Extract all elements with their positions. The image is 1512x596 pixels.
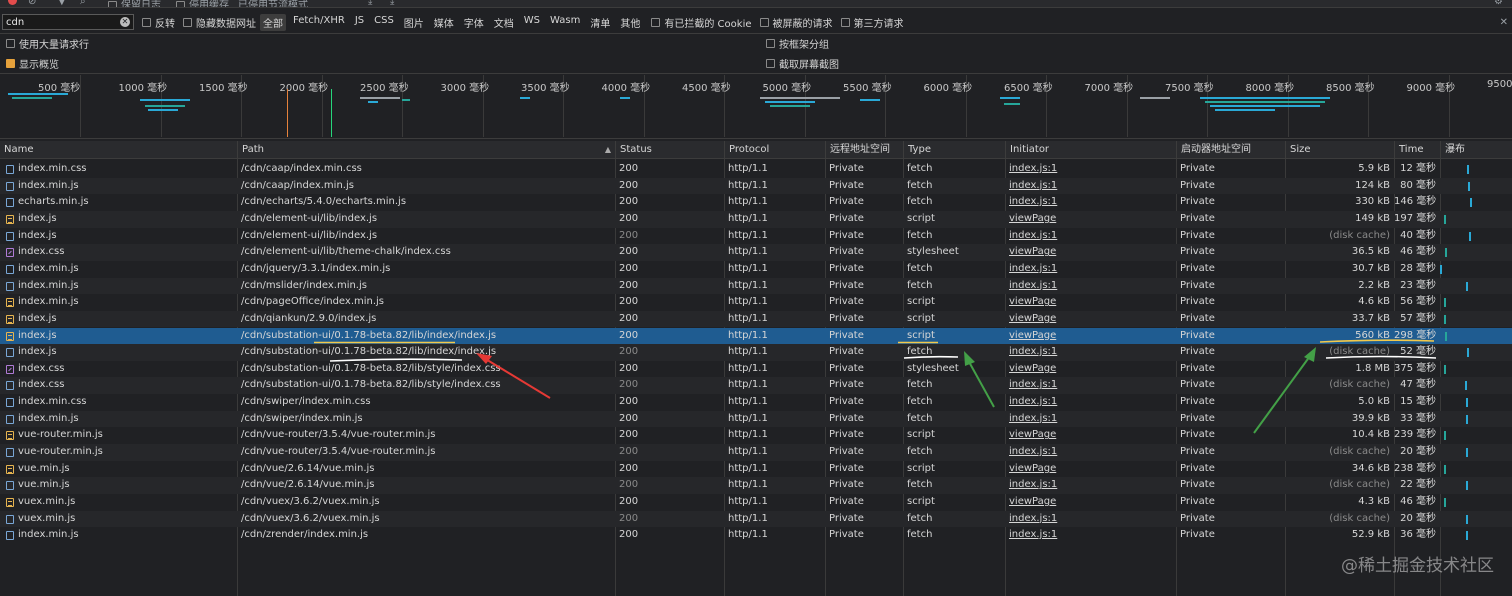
green-arrow-1-head xyxy=(964,351,975,366)
white-underline-type xyxy=(903,355,959,359)
annotation-overlay xyxy=(314,339,1437,434)
white-underline-path xyxy=(329,358,463,362)
green-arrow-1 xyxy=(967,359,995,408)
white-underline-size xyxy=(1325,355,1437,359)
yellow-underline-size xyxy=(1319,339,1435,343)
green-arrow-2 xyxy=(1253,355,1311,434)
red-arrow xyxy=(483,357,551,399)
green-arrow-2-head xyxy=(1304,347,1316,362)
watermark: @稀土掘金技术社区 xyxy=(1341,556,1494,576)
